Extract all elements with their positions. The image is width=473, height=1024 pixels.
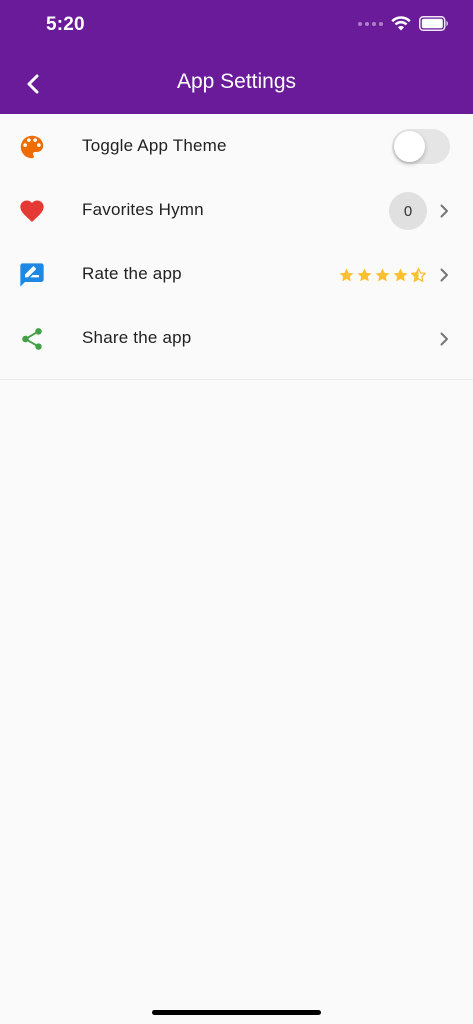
rate-review-icon	[17, 260, 47, 290]
share-app-row[interactable]: Share the app	[0, 307, 473, 371]
home-indicator	[152, 1010, 321, 1015]
rating-stars	[338, 267, 427, 284]
rate-trailing	[338, 243, 451, 307]
page-title: App Settings	[176, 70, 297, 93]
rate-app-row[interactable]: Rate the app	[0, 243, 473, 307]
battery-icon	[419, 16, 448, 31]
header: 5:20 App Settings	[0, 0, 473, 114]
wifi-icon	[391, 16, 411, 31]
star-full-icon	[393, 267, 408, 281]
share-icon	[17, 324, 47, 354]
palette-icon	[17, 132, 47, 162]
star-full-icon	[339, 267, 354, 281]
list-divider	[0, 379, 473, 380]
chevron-right-icon	[440, 268, 448, 282]
status-time: 5:20	[46, 14, 85, 35]
chevron-right-icon	[440, 332, 448, 346]
favorites-count-badge: 0	[389, 192, 427, 230]
star-half-icon	[410, 267, 427, 282]
rate-app-label: Rate the app	[82, 264, 182, 283]
toggle-theme-row[interactable]: Toggle App Theme	[0, 115, 473, 179]
share-trailing	[437, 307, 451, 371]
share-app-label: Share the app	[82, 328, 192, 347]
cellular-signal-icon	[358, 21, 383, 26]
app-bar: App Settings	[0, 56, 473, 112]
status-icons	[358, 16, 449, 31]
heart-icon	[17, 196, 47, 226]
app-settings-screen: 5:20 App Settings Toggle App Theme Favor…	[0, 0, 473, 1024]
chevron-right-icon	[440, 204, 448, 218]
toggle-theme-label: Toggle App Theme	[82, 136, 227, 155]
theme-toggle-switch[interactable]	[392, 129, 450, 164]
star-full-icon	[357, 267, 372, 281]
favorites-hymn-label: Favorites Hymn	[82, 200, 204, 219]
toggle-knob	[394, 131, 425, 162]
favorites-trailing: 0	[389, 179, 451, 243]
favorites-hymn-row[interactable]: Favorites Hymn 0	[0, 179, 473, 243]
settings-list: Toggle App Theme Favorites Hymn 0 Rate t…	[0, 115, 473, 371]
star-full-icon	[375, 267, 390, 281]
